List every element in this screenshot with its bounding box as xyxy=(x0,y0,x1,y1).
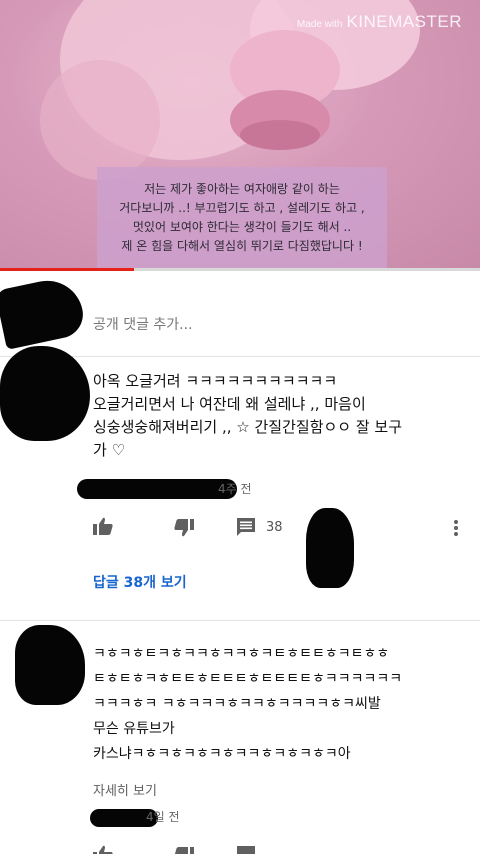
divider xyxy=(0,620,480,621)
caption-line: 거다보니까 ..! 부끄럽기도 하고 , 설레기도 하고 , xyxy=(119,200,365,215)
like-button[interactable] xyxy=(93,517,113,535)
kinemaster-watermark: Made with KINEMASTER xyxy=(297,12,462,32)
comment-line: 가 ♡ xyxy=(93,441,126,459)
comment-body: ㅋㅎㅋㅎㅌㅋㅎㅋㅋㅎㅋㅋㅎㅋㅌㅎㅌㅌㅎㅋㅌㅎㅎ ㅌㅎㅌㅎㅋㅎㅌㅌㅎㅌㅌㅌㅎㅌㅌㅌ… xyxy=(93,642,478,767)
video-progress-fill xyxy=(0,268,135,271)
watermark-prefix: Made with xyxy=(296,19,343,30)
thumbs-up-icon xyxy=(93,517,113,535)
video-player[interactable]: Made with KINEMASTER 저는 제가 좋아하는 여자애랑 같이 … xyxy=(0,0,480,270)
reply-button[interactable]: 38 xyxy=(236,517,283,537)
dislike-button[interactable] xyxy=(174,847,194,854)
comment-line: ㅋㅎㅋㅎㅌㅋㅎㅋㅋㅎㅋㅋㅎㅋㅌㅎㅌㅌㅎㅋㅌㅎㅎ xyxy=(93,646,390,662)
caption-line: 멋있어 보여야 한다는 생각이 들기도 해서 .. xyxy=(132,219,352,234)
read-more-link[interactable]: 자세히 보기 xyxy=(93,780,157,799)
more-options-icon[interactable] xyxy=(453,518,459,538)
comment-line: 무슨 유튜브가 xyxy=(93,721,175,737)
comment-icon xyxy=(237,518,255,536)
view-replies-link[interactable]: 답글 38개 보기 xyxy=(93,572,187,592)
video-caption-box: 저는 제가 좋아하는 여자애랑 같이 하는 거다보니까 ..! 부끄럽기도 하고… xyxy=(97,167,387,268)
redacted-mark xyxy=(306,508,354,588)
reply-count: 38 xyxy=(266,519,283,535)
video-frame-shape xyxy=(240,120,320,150)
comment-line: 오글거리면서 나 여잔데 왜 설레냐 ,, 마음이 xyxy=(93,395,366,413)
comment-icon xyxy=(237,846,255,854)
redacted-avatar xyxy=(0,346,90,441)
redacted-username xyxy=(77,479,237,499)
comment-body: 아옥 오글거려 ㅋㅋㅋㅋㅋㅋㅋㅋㅋㅋㅋ 오글거리면서 나 여잔데 왜 설레냐 ,… xyxy=(93,370,468,462)
comment-line: 카스냐ㅋㅎㅋㅎㅋㅎㅋㅎㅋㅋㅎㅋㅎㅋㅎㅋ아 xyxy=(93,746,351,762)
caption-line: 저는 제가 좋아하는 여자애랑 같이 하는 xyxy=(144,181,340,196)
add-comment-input[interactable]: 공개 댓글 추가... xyxy=(93,314,193,334)
thumbs-down-icon xyxy=(174,847,194,854)
comment-line: ㅋㅋㅋㅎㅋ ㅋㅎㅋㅋㅋㅎㅋㅋㅎㅋㅋㅋㅋㅎㅋ씨발 xyxy=(93,696,381,712)
redacted-avatar xyxy=(15,625,85,705)
comment-line: ㅌㅎㅌㅎㅋㅎㅌㅌㅎㅌㅌㅌㅎㅌㅌㅌㅌㅎㅋㅋㅋㅋㅋㅋ xyxy=(93,671,403,687)
like-button[interactable] xyxy=(93,845,113,854)
redacted-avatar xyxy=(0,274,88,350)
thumbs-up-icon xyxy=(93,845,113,854)
caption-line: 제 온 힘을 다해서 열심히 뛰기로 다짐했답니다 ! xyxy=(121,238,363,253)
comment-time: 4일 전 xyxy=(146,810,180,824)
reply-button[interactable] xyxy=(236,845,256,854)
watermark-brand: KINEMASTER xyxy=(346,12,462,31)
dislike-button[interactable] xyxy=(174,519,194,537)
comment-time: 4주 전 xyxy=(218,482,252,496)
thumbs-down-icon xyxy=(174,519,194,537)
video-frame-shape xyxy=(40,60,160,180)
comment-line: 아옥 오글거려 ㅋㅋㅋㅋㅋㅋㅋㅋㅋㅋㅋ xyxy=(93,372,338,390)
comment-line: 싱숭생숭해져버리기 ,, ☆ 간질간질함ㅇㅇ 잘 보구 xyxy=(93,418,403,436)
